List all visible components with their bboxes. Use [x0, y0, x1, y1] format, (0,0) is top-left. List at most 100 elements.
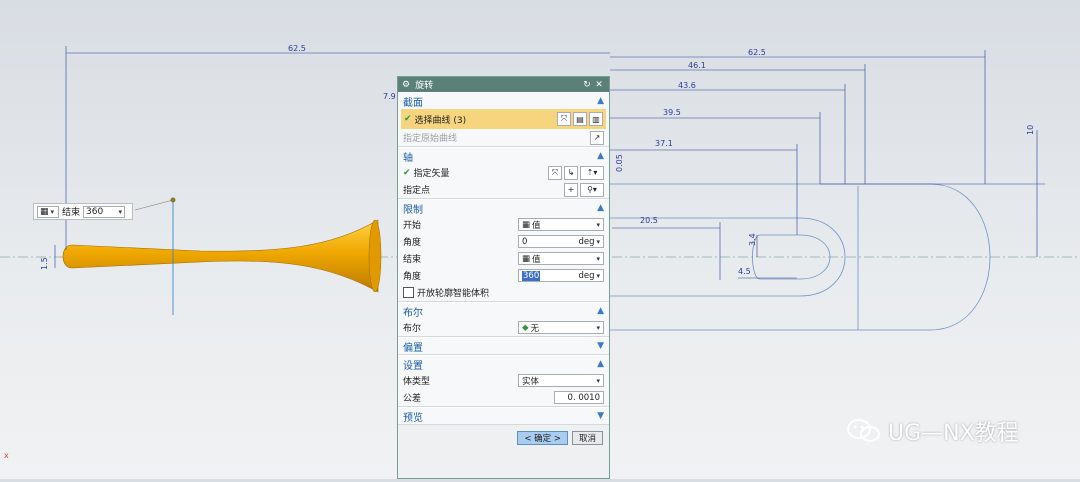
cancel-button[interactable]: 取消: [571, 431, 603, 445]
dim-0-05: 0.05: [615, 154, 624, 172]
angle1-unit: deg: [578, 236, 595, 247]
dim-39-5: 39.5: [663, 108, 681, 117]
chevron-down-icon: ▾: [50, 207, 55, 216]
value-icon: ▦: [522, 219, 531, 230]
gear-icon: ⚙: [402, 79, 411, 90]
section-group: 截面 ▲ ✔ 选择曲线 (3) ⤧ ▤ ▥ 指定原始曲线 ↗: [398, 92, 609, 147]
check-icon: ✔: [404, 114, 412, 124]
end-label: 结束: [403, 255, 422, 265]
boolean-group: 布尔 ▲ 布尔 ◆ 无 ▾: [398, 302, 609, 337]
body-type-row: 体类型 实体 ▾: [398, 372, 609, 389]
watermark-text: UG—NX教程: [888, 421, 1019, 446]
chevron-down-icon: ▾: [596, 254, 600, 263]
end-angle-float-toolbar: ▦ ▾ 结束 360 ▾: [33, 203, 133, 220]
sketch-section-icon[interactable]: ▥: [589, 112, 603, 126]
revolved-body[interactable]: [62, 219, 379, 293]
preview-header[interactable]: 预览 ▼: [398, 407, 609, 424]
specify-point-row[interactable]: 指定点 + ⚲▾: [398, 181, 609, 198]
end-type-value: 值: [532, 254, 541, 265]
body-type-label: 体类型: [403, 377, 431, 387]
preview-group: 预览 ▼: [398, 407, 609, 425]
chevron-down-icon: ▾: [596, 271, 600, 280]
vector-type-dropdown[interactable]: ⇡▾: [580, 165, 604, 180]
boolean-row: 布尔 ◆ 无 ▾: [398, 319, 609, 336]
triad-x-label: x: [4, 451, 9, 460]
value-icon: ▦: [522, 253, 531, 264]
boolean-header[interactable]: 布尔 ▲: [398, 302, 609, 319]
start-label: 开始: [403, 221, 422, 231]
start-type-dropdown[interactable]: ▦ 值 ▾: [518, 218, 604, 231]
ok-button[interactable]: < 确定 >: [517, 431, 568, 445]
dim-46-1: 46.1: [688, 61, 706, 70]
offset-title: 偏置: [403, 342, 423, 354]
tolerance-label: 公差: [403, 394, 422, 404]
end-type-dropdown[interactable]: ▦ 值 ▾: [518, 252, 604, 265]
axis-header[interactable]: 轴 ▲: [398, 147, 609, 164]
settings-group: 设置 ▲ 体类型 实体 ▾ 公差 0. 0010: [398, 355, 609, 407]
value-type-dropdown[interactable]: ▦ ▾: [37, 205, 59, 218]
offset-header[interactable]: 偏置 ▼: [398, 337, 609, 354]
dim-43-6: 43.6: [678, 81, 696, 90]
offset-group: 偏置 ▼: [398, 337, 609, 355]
dim-10: 10: [1026, 125, 1035, 135]
dim-3-4: 3.4: [748, 233, 757, 246]
angle2-unit: deg: [578, 270, 595, 281]
dim-4-5: 4.5: [738, 267, 751, 276]
open-profile-checkbox[interactable]: [403, 287, 414, 298]
chevron-up-icon: ▲: [597, 359, 604, 369]
start-angle-input[interactable]: 0 deg ▾: [518, 235, 604, 248]
start-type-value: 值: [532, 220, 541, 231]
body-end-face: [368, 219, 382, 293]
tolerance-row: 公差 0. 0010: [398, 389, 609, 406]
chevron-down-icon: ▾: [596, 220, 600, 229]
body-type-value: 实体: [522, 376, 540, 387]
boolean-label: 布尔: [403, 324, 422, 334]
select-curve-label: 选择曲线 (3): [414, 115, 467, 126]
section-title: 截面: [403, 97, 423, 109]
chevron-up-icon: ▲: [597, 96, 604, 106]
limits-header[interactable]: 限制 ▲: [398, 199, 609, 216]
reverse-direction-icon[interactable]: ⤧: [548, 165, 562, 180]
dim-20-5: 20.5: [640, 216, 658, 225]
end-angle-row: 角度 360 deg ▾: [398, 267, 609, 284]
dialog-footer: < 确定 > 取消: [398, 425, 609, 451]
specify-original-row[interactable]: 指定原始曲线 ↗: [398, 129, 609, 146]
open-profile-row[interactable]: 开放轮廓智能体积: [398, 284, 609, 301]
chevron-down-icon: ▾: [596, 376, 600, 385]
boolean-title: 布尔: [403, 307, 423, 319]
chevron-up-icon: ▲: [597, 306, 604, 316]
dim-7-9: 7.9: [383, 92, 396, 101]
revolve-dialog: ⚙ 旋转 ↻ ✕ 截面 ▲ ✔ 选择曲线 (3) ⤧ ▤ ▥ 指定原始曲线 ↗ …: [397, 76, 610, 479]
dim-37-1: 37.1: [655, 139, 673, 148]
settings-header[interactable]: 设置 ▲: [398, 355, 609, 372]
value-type-icon: ▦: [40, 206, 49, 217]
point-dialog-icon[interactable]: +: [564, 182, 578, 197]
end-label: 结束: [62, 208, 81, 218]
specify-point-label: 指定点: [403, 186, 431, 196]
end-value-input[interactable]: 360 ▾: [83, 205, 126, 218]
limits-title: 限制: [403, 204, 423, 216]
tolerance-input[interactable]: 0. 0010: [554, 391, 604, 404]
angle1-value: 0: [522, 236, 528, 247]
axis-title: 轴: [403, 152, 413, 164]
select-curve-row[interactable]: ✔ 选择曲线 (3) ⤧ ▤ ▥: [401, 109, 606, 129]
original-curve-icon[interactable]: ↗: [590, 130, 604, 145]
angle2-label: 角度: [403, 272, 422, 282]
section-header[interactable]: 截面 ▲: [398, 92, 609, 109]
boolean-dropdown[interactable]: ◆ 无 ▾: [518, 321, 604, 334]
chevron-down-icon: ▾: [118, 207, 123, 216]
chevron-down-icon: ▾: [596, 237, 600, 246]
point-type-dropdown[interactable]: ⚲▾: [580, 182, 604, 197]
end-angle-input[interactable]: 360 deg ▾: [518, 269, 604, 282]
specify-vector-row[interactable]: ✔ 指定矢量 ⤧ ↳ ⇡▾: [398, 164, 609, 181]
reset-icon[interactable]: ↻: [581, 80, 593, 90]
dialog-titlebar[interactable]: ⚙ 旋转 ↻ ✕: [398, 77, 609, 92]
sketch-icon[interactable]: ▤: [573, 112, 587, 126]
curve-rule-icon[interactable]: ⤧: [557, 112, 571, 126]
body-type-dropdown[interactable]: 实体 ▾: [518, 374, 604, 387]
vector-dialog-icon[interactable]: ↳: [564, 165, 578, 180]
dim-1-5: 1.5: [40, 257, 49, 270]
chevron-down-icon: ▾: [596, 323, 600, 332]
close-icon[interactable]: ✕: [593, 80, 605, 90]
chevron-up-icon: ▲: [597, 151, 604, 161]
